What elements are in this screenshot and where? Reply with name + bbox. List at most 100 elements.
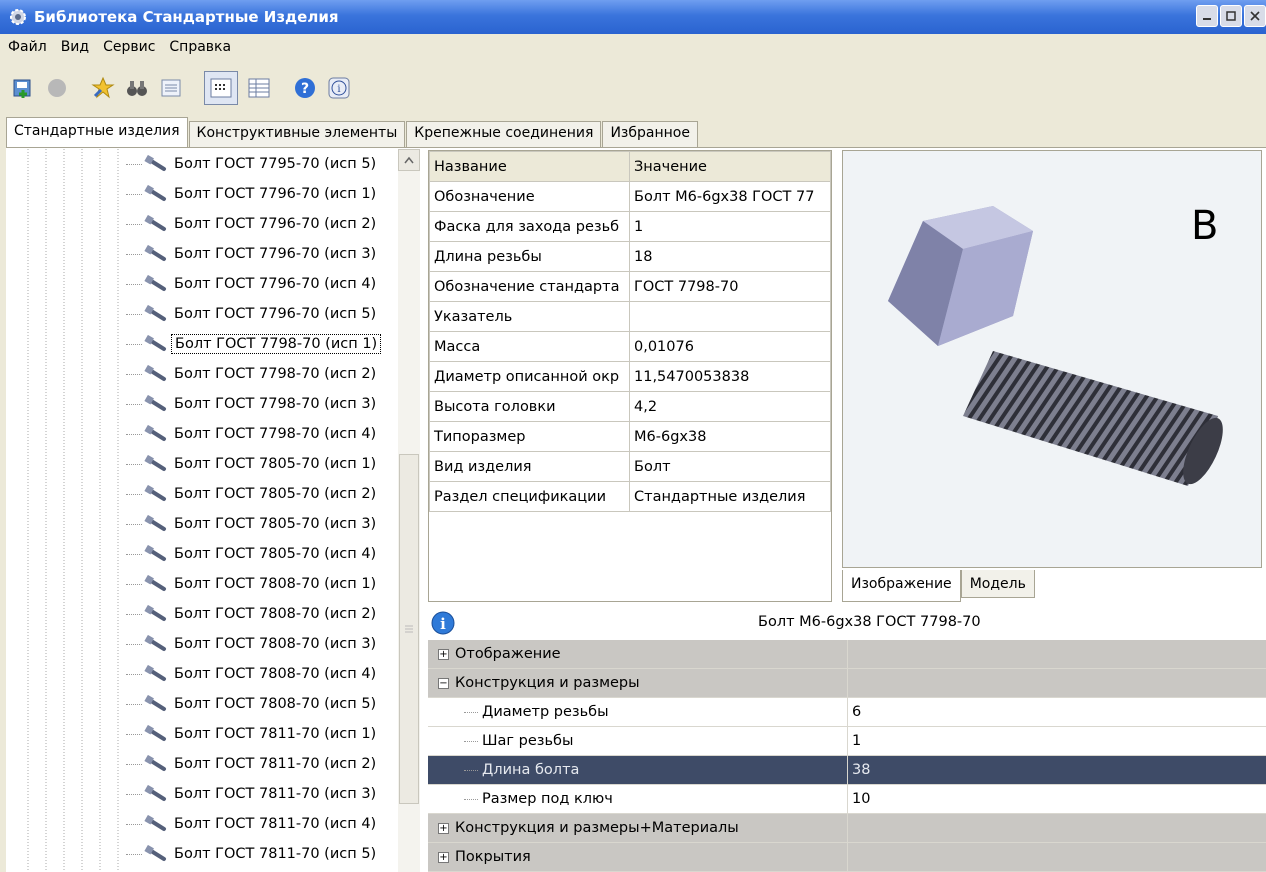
tree-item[interactable]: Болт ГОСТ 7808-70 (исп 3) (126, 629, 379, 659)
tab-model[interactable]: Модель (960, 570, 1035, 598)
tab-standard-items[interactable]: Стандартные изделия (6, 117, 188, 147)
property-row[interactable]: Указатель (429, 301, 831, 332)
menu-file[interactable]: Файл (0, 39, 53, 55)
column-header-name[interactable]: Название (429, 151, 630, 182)
property-row[interactable]: Обозначение стандарта ГОСТ 7798-70 (429, 271, 831, 302)
tree-branch (126, 433, 142, 435)
search-button[interactable] (124, 75, 150, 101)
expand-icon[interactable]: + (438, 851, 449, 863)
properties-panel: Название Значение Обозначение Болт М6-6gx… (428, 150, 832, 602)
menu-view[interactable]: Вид (53, 39, 95, 55)
expand-icon[interactable]: + (438, 822, 449, 834)
property-row[interactable]: Высота головки 4,2 (429, 391, 831, 422)
close-button[interactable] (1244, 5, 1266, 27)
scroll-up-button[interactable] (398, 149, 420, 171)
property-row[interactable]: Вид изделия Болт (429, 451, 831, 482)
tree-scrollbar[interactable] (398, 149, 420, 872)
minimize-button[interactable] (1196, 5, 1218, 27)
property-row[interactable]: Типоразмер М6-6gx38 (429, 421, 831, 452)
gear-icon (10, 9, 26, 25)
tree-item[interactable]: Болт ГОСТ 7811-70 (исп 3) (126, 779, 379, 809)
tree-item-label: Болт ГОСТ 7796-70 (исп 2) (174, 216, 377, 232)
property-item[interactable]: Шаг резьбы 1 (428, 727, 1266, 756)
tree-item[interactable]: Болт ГОСТ 7798-70 (исп 3) (126, 389, 379, 419)
tree-item[interactable]: Болт ГОСТ 7811-70 (исп 4) (126, 809, 379, 839)
collapse-icon[interactable]: − (438, 677, 449, 689)
favorite-button[interactable] (90, 75, 116, 101)
table-view-icon (248, 78, 270, 98)
tree-item[interactable]: Болт ГОСТ 7795-70 (исп 5) (126, 149, 379, 179)
tree-item-label: Болт ГОСТ 7795-70 (исп 5) (174, 156, 377, 172)
table-view-button[interactable] (246, 75, 272, 101)
column-header-value[interactable]: Значение (629, 151, 831, 182)
tab-image[interactable]: Изображение (842, 570, 961, 602)
star-icon (91, 76, 115, 99)
property-group[interactable]: + Отображение (428, 640, 1266, 669)
menu-help[interactable]: Справка (161, 39, 237, 55)
property-row[interactable]: Обозначение Болт М6-6gx38 ГОСТ 77 (429, 181, 831, 212)
tree-item[interactable]: Болт ГОСТ 7805-70 (исп 2) (126, 479, 379, 509)
list-button[interactable] (158, 75, 184, 101)
tree-item[interactable]: Болт ГОСТ 7796-70 (исп 2) (126, 209, 379, 239)
svg-text:i: i (337, 84, 340, 95)
property-name: Фаска для захода резьб (429, 211, 630, 242)
info-icon: i (328, 77, 350, 99)
property-row[interactable]: Фаска для захода резьб 1 (429, 211, 831, 242)
info-icon: i (431, 611, 455, 635)
tree-item[interactable]: Болт ГОСТ 7796-70 (исп 5) (126, 299, 379, 329)
tree-item[interactable]: Болт ГОСТ 7808-70 (исп 1) (126, 569, 379, 599)
tree-item[interactable]: Болт ГОСТ 7798-70 (исп 2) (126, 359, 379, 389)
property-group[interactable]: + Конструкция и размеры+Материалы (428, 814, 1266, 843)
property-item-value[interactable]: 6 (848, 698, 1266, 727)
tree-item[interactable]: Болт ГОСТ 7796-70 (исп 1) (126, 179, 379, 209)
stop-button[interactable] (44, 75, 70, 101)
icons-view-icon (210, 78, 232, 98)
property-item[interactable]: Длина болта 38 (428, 756, 1266, 785)
insert-button[interactable] (10, 75, 36, 101)
property-group[interactable]: + Покрытия (428, 843, 1266, 872)
property-item[interactable]: Размер под ключ 10 (428, 785, 1266, 814)
expand-icon[interactable]: + (438, 648, 449, 660)
tree-item[interactable]: Болт ГОСТ 7811-70 (исп 5) (126, 839, 379, 869)
tree-item[interactable]: Болт ГОСТ 7798-70 (исп 4) (126, 419, 379, 449)
property-group[interactable]: − Конструкция и размеры (428, 669, 1266, 698)
scroll-thumb[interactable] (399, 454, 419, 804)
property-item-value[interactable]: 10 (848, 785, 1266, 814)
help-button[interactable]: ? (292, 75, 318, 101)
tree-item[interactable]: Болт ГОСТ 7808-70 (исп 4) (126, 659, 379, 689)
tree-item[interactable]: Болт ГОСТ 7811-70 (исп 1) (126, 719, 379, 749)
bolt-icon (144, 215, 166, 231)
bolt-icon (144, 275, 166, 291)
tab-favorites[interactable]: Избранное (602, 121, 698, 147)
tree-branch (126, 463, 142, 465)
property-row[interactable]: Масса 0,01076 (429, 331, 831, 362)
property-row[interactable]: Длина резьбы 18 (429, 241, 831, 272)
insert-icon (13, 79, 31, 98)
about-button[interactable]: i (326, 75, 352, 101)
icons-view-button[interactable] (204, 71, 238, 105)
tree-item[interactable]: Болт ГОСТ 7811-70 (исп 2) (126, 749, 379, 779)
property-item-value[interactable]: 38 (848, 756, 1266, 785)
tree-item[interactable]: Болт ГОСТ 7798-70 (исп 1) (126, 329, 382, 359)
window-title: Библиотека Стандартные Изделия (34, 8, 339, 26)
tree-item[interactable]: Болт ГОСТ 7805-70 (исп 4) (126, 539, 379, 569)
svg-text:?: ? (301, 81, 309, 97)
tree-item[interactable]: Болт ГОСТ 7805-70 (исп 3) (126, 509, 379, 539)
menu-service[interactable]: Сервис (95, 39, 161, 55)
tree-item[interactable]: Болт ГОСТ 7808-70 (исп 5) (126, 689, 379, 719)
property-row[interactable]: Диаметр описанной окр 11,5470053838 (429, 361, 831, 392)
tree-branch (126, 403, 142, 405)
tree-item[interactable]: Болт ГОСТ 7805-70 (исп 1) (126, 449, 379, 479)
tree-item[interactable]: Болт ГОСТ 7808-70 (исп 2) (126, 599, 379, 629)
toolbar: ? i (0, 60, 1266, 116)
property-item[interactable]: Диаметр резьбы 6 (428, 698, 1266, 727)
property-item-value[interactable]: 1 (848, 727, 1266, 756)
tab-fastener-joints[interactable]: Крепежные соединения (406, 121, 602, 147)
details-header: i Болт М6-6gx38 ГОСТ 7798-70 (428, 606, 1266, 640)
maximize-button[interactable] (1220, 5, 1242, 27)
property-row[interactable]: Раздел спецификации Стандартные изделия (429, 481, 831, 512)
tab-construction-elements[interactable]: Конструктивные элементы (188, 121, 406, 147)
tree-item-label: Болт ГОСТ 7811-70 (исп 5) (174, 846, 377, 862)
tree-item[interactable]: Болт ГОСТ 7796-70 (исп 3) (126, 239, 379, 269)
tree-item[interactable]: Болт ГОСТ 7796-70 (исп 4) (126, 269, 379, 299)
